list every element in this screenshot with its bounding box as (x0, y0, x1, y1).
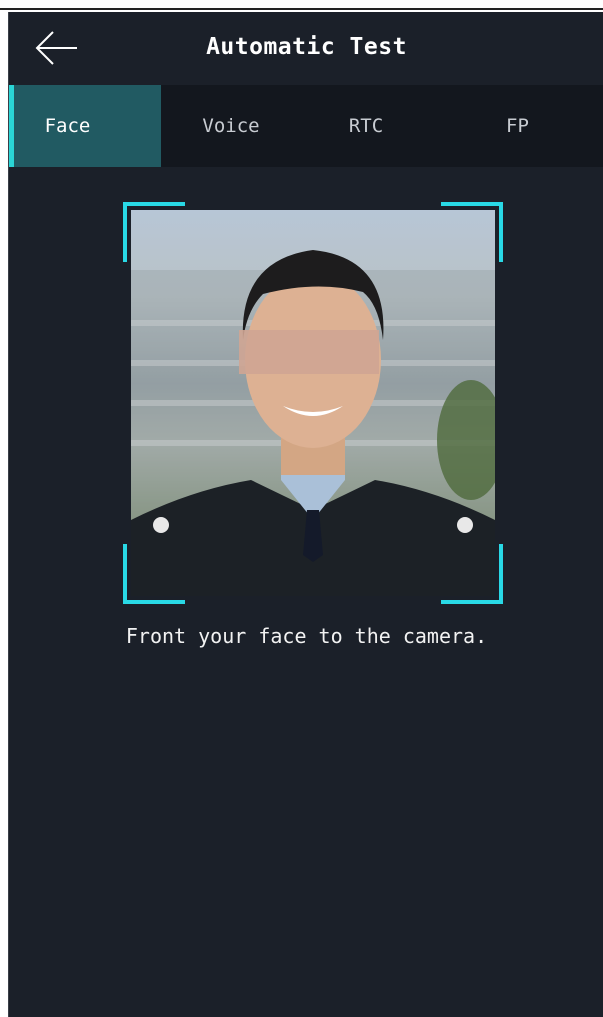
tab-voice[interactable]: Voice (161, 85, 301, 167)
frame-corner-top-left (123, 202, 185, 262)
frame-corner-top-right (441, 202, 503, 262)
tab-face[interactable]: Face (9, 85, 161, 167)
tab-fp[interactable]: FP (431, 85, 603, 167)
face-illustration (131, 250, 495, 596)
top-caption-strip (0, 0, 603, 10)
sample-face-photo (131, 210, 495, 596)
page-title: Automatic Test (206, 34, 407, 60)
face-instruction-text: Front your face to the camera. (125, 624, 488, 648)
header-bar: Automatic Test (9, 12, 603, 85)
app-screen: Automatic Test Face Voice RTC FP Front y… (8, 12, 603, 1017)
face-capture-frame (123, 202, 503, 604)
tab-bar: Face Voice RTC FP (9, 85, 603, 167)
frame-corner-bottom-left (123, 544, 185, 604)
tab-rtc[interactable]: RTC (301, 85, 431, 167)
frame-corner-bottom-right (441, 544, 503, 604)
